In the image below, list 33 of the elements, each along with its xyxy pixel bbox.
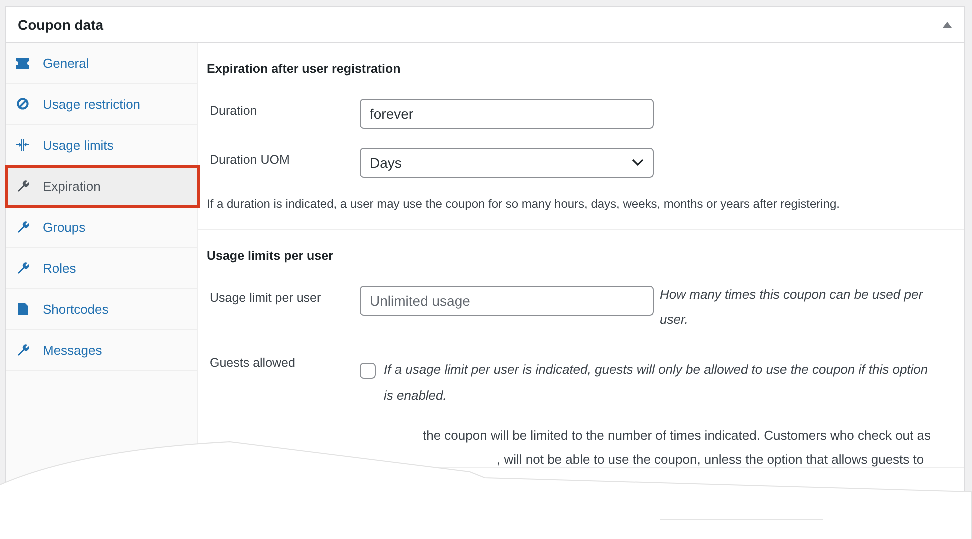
wrench-icon [16, 180, 30, 192]
description-text: , will not be able to use the coupon, unless the option that allows guests to [497, 452, 924, 467]
sidebar-tab[interactable]: Expiration [6, 166, 199, 207]
dropdown[interactable]: Days [360, 148, 654, 178]
section-heading: Expiration after user registration [207, 62, 402, 76]
wrench-icon [16, 262, 30, 274]
sidebar-tab[interactable]: Shortcodes [6, 289, 197, 330]
text-field[interactable]: forever [360, 99, 654, 129]
field-label: Guests allowed [209, 355, 296, 370]
help-text: How many times this coupon can be used per user. [660, 286, 924, 329]
sidebar-tab[interactable]: General [6, 43, 197, 84]
ticket-icon [16, 58, 30, 68]
field-label: Duration [209, 103, 258, 118]
chevron-down-icon [632, 159, 644, 167]
collapse-toggle-icon[interactable] [943, 22, 952, 28]
checkbox[interactable] [360, 363, 376, 379]
field-label: Usage limit per user [209, 290, 322, 305]
sidebar-tab[interactable]: Roles [6, 248, 197, 289]
prohibited-icon [16, 98, 30, 110]
section-heading: Usage limits per user [207, 249, 334, 263]
sidebar-tab[interactable]: Usage restriction [6, 84, 197, 125]
wrench-icon [16, 221, 30, 233]
document-icon [16, 303, 30, 315]
sidebar-tab[interactable]: Messages [6, 330, 197, 371]
text-field[interactable]: Unlimited usage [360, 286, 654, 316]
field-label: Duration UOM [209, 152, 291, 167]
help-text: If a usage limit per user is indicated, guests will only be allowed to use the coupon if this option is enabled. [384, 361, 930, 405]
panel-title: Coupon data [18, 16, 104, 32]
wrench-icon [16, 344, 30, 356]
sidebar-tab[interactable]: Groups [6, 207, 197, 248]
description-text: the coupon will be limited to the number of times indicated. Customers who check out as [423, 428, 931, 443]
arrows-inward-icon [16, 139, 30, 151]
description-text: If a duration is indicated, a user may use the coupon for so many hours, days, weeks, months or years after registering. [207, 197, 841, 211]
